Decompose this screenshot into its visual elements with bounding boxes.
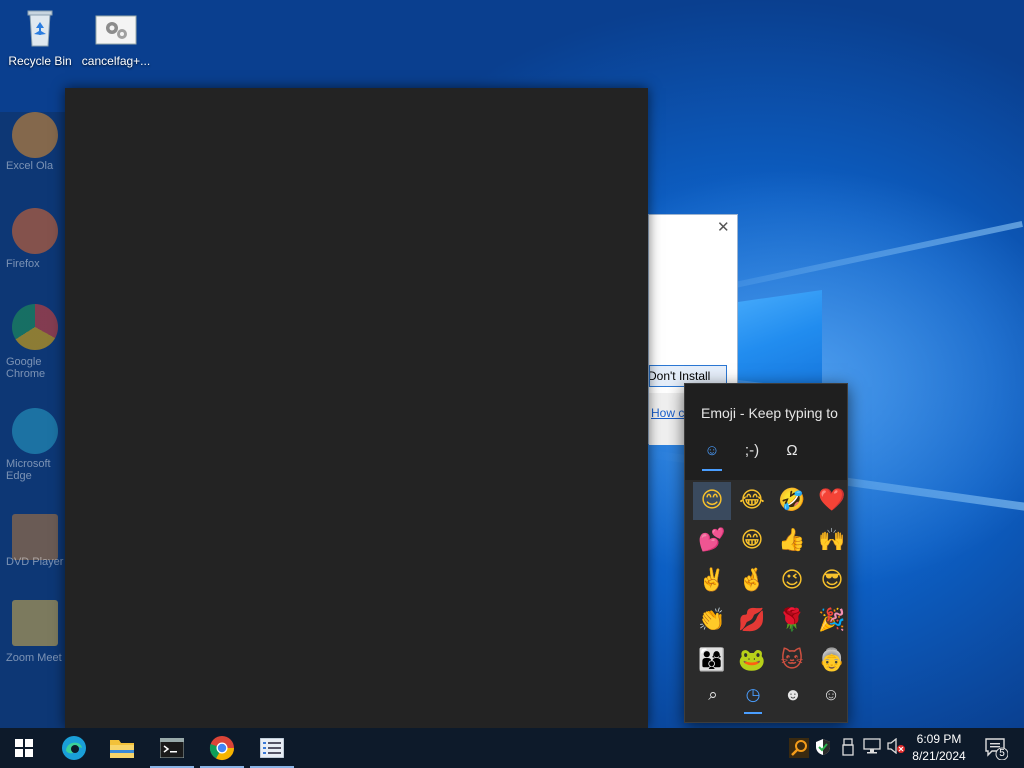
search-tray-icon[interactable] xyxy=(789,738,809,758)
chrome-icon xyxy=(12,304,58,350)
kaomoji-tab-icon[interactable]: ;-) xyxy=(739,440,765,462)
ghost-label: Microsoft Edge xyxy=(6,458,51,482)
desktop-icon-label: cancelfag+... xyxy=(81,54,151,68)
emoji-item[interactable]: 😁 xyxy=(733,522,771,560)
action-center-button[interactable]: 5 xyxy=(984,736,1009,761)
emoji-item[interactable]: 😉 xyxy=(773,562,811,600)
system-clock[interactable]: 6:09 PM 8/21/2024 xyxy=(908,731,970,765)
emoji-item[interactable]: 🤣 xyxy=(773,482,811,520)
terminal-icon xyxy=(160,738,184,758)
taskbar: 6:09 PM 8/21/2024 5 xyxy=(0,728,1024,768)
emoji-item[interactable]: 💕 xyxy=(693,522,731,560)
emoji-panel-header: Emoji - Keep typing to ☺ ;-) Ω xyxy=(685,384,847,480)
emoji-item[interactable]: 😊 xyxy=(693,482,731,520)
emoji-item[interactable]: ✌️ xyxy=(693,562,731,600)
emoji-panel: Emoji - Keep typing to ☺ ;-) Ω 😊 😂 🤣 ❤️ 💕 😁 👍 🙌… xyxy=(684,383,848,723)
emoji-item[interactable]: 👨‍👩‍👦 xyxy=(693,642,731,680)
desktop-icon-settings-file[interactable]: cancelfag+... xyxy=(78,6,154,68)
emoji-item[interactable]: 🙌 xyxy=(813,522,847,560)
emoji-item[interactable]: 💋 xyxy=(733,602,771,640)
desktop-icon-recycle-bin[interactable]: Recycle Bin xyxy=(2,6,78,68)
clock-date: 8/21/2024 xyxy=(912,749,966,763)
security-shield-icon[interactable] xyxy=(813,738,833,758)
recent-clock-icon[interactable]: ◷ xyxy=(733,682,773,708)
taskbar-edge-button[interactable] xyxy=(50,728,98,768)
settings-file-icon xyxy=(94,6,138,50)
emoji-item[interactable]: 🌹 xyxy=(773,602,811,640)
taskbar-app-button[interactable] xyxy=(248,728,296,768)
windows-logo-icon xyxy=(15,739,33,757)
active-tab-indicator xyxy=(702,469,722,471)
close-icon[interactable]: ✕ xyxy=(717,220,731,235)
recycle-bin-icon xyxy=(18,6,62,50)
active-category-indicator xyxy=(744,712,762,714)
firefox-icon xyxy=(12,208,58,254)
emoji-item[interactable]: 🎉 xyxy=(813,602,847,640)
zoom-icon xyxy=(12,600,58,646)
media-icon xyxy=(12,514,58,560)
list-app-icon xyxy=(260,738,284,758)
emoji-panel-title: Emoji - Keep typing to xyxy=(701,405,838,421)
smiley-tab-icon[interactable]: ☺ xyxy=(699,440,725,462)
emoji-item[interactable]: 👵 xyxy=(813,642,847,680)
blank-dark-window[interactable] xyxy=(65,88,648,728)
notification-count-badge: 5 xyxy=(999,748,1005,759)
ghost-label: Firefox xyxy=(6,258,40,270)
smiley-category-icon[interactable]: ☻ xyxy=(773,682,813,708)
ghost-label: Google Chrome xyxy=(6,356,46,380)
emoji-item[interactable]: 😂 xyxy=(733,482,771,520)
taskbar-file-explorer-button[interactable] xyxy=(98,728,146,768)
ghost-label: Excel Ola xyxy=(6,160,54,172)
emoji-item[interactable]: 👍 xyxy=(773,522,811,560)
ghost-label: Zoom Meet xyxy=(6,652,62,664)
edge-icon xyxy=(62,736,86,760)
taskbar-chrome-button[interactable] xyxy=(198,728,246,768)
obscured-desktop-icons: Excel Ola Firefox Google Chrome Microsof… xyxy=(0,112,66,728)
dialog-help-link[interactable]: How c xyxy=(651,406,684,420)
desktop-icon-label: Recycle Bin xyxy=(8,54,72,68)
emoji-category-bar: ⌕ ◷ ☻ ☺ xyxy=(685,682,847,722)
edge-icon xyxy=(12,408,58,454)
emoji-item[interactable]: 🐱 xyxy=(773,642,811,680)
app-icon-ghost xyxy=(12,112,58,158)
ghost-label: DVD Player xyxy=(6,556,64,568)
people-category-icon[interactable]: ☺ xyxy=(811,682,847,708)
symbols-tab-icon[interactable]: Ω xyxy=(779,440,805,462)
chrome-icon xyxy=(209,736,234,761)
usb-device-icon[interactable] xyxy=(838,738,858,758)
volume-muted-icon[interactable] xyxy=(886,737,906,758)
emoji-item[interactable]: ❤️ xyxy=(813,482,847,520)
folder-icon xyxy=(110,740,134,758)
emoji-item[interactable]: 🐸 xyxy=(733,642,771,680)
emoji-item[interactable]: 😎 xyxy=(813,562,847,600)
emoji-item[interactable]: 👏 xyxy=(693,602,731,640)
emoji-item[interactable]: 🤞 xyxy=(733,562,771,600)
taskbar-terminal-button[interactable] xyxy=(148,728,196,768)
network-icon[interactable] xyxy=(862,738,882,758)
search-icon[interactable]: ⌕ xyxy=(693,682,733,708)
clock-time: 6:09 PM xyxy=(916,732,962,746)
start-button[interactable] xyxy=(0,728,48,768)
